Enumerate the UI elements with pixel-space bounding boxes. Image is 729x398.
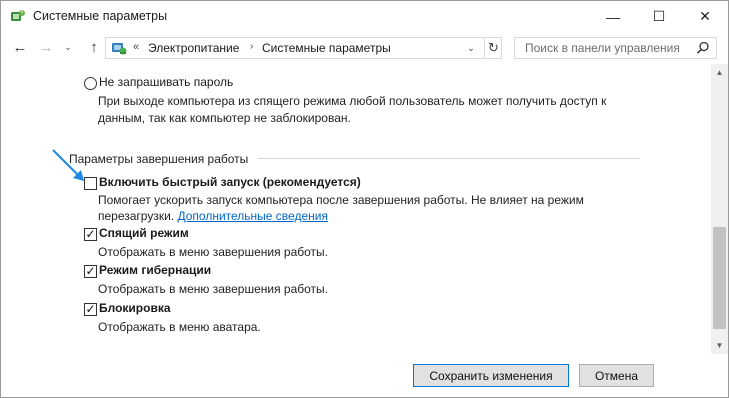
window: Системные параметры — ☐ ✕ ← → ⌄ ↑ « Элек… [0, 0, 729, 398]
title-bar: Системные параметры — ☐ ✕ [1, 1, 728, 32]
address-dropdown-icon[interactable]: ⌄ [462, 39, 480, 57]
settings-content: Не запрашивать пароль При выходе компьют… [1, 64, 711, 354]
refresh-icon[interactable]: ↻ [484, 38, 502, 58]
no-password-description-continued: данным, так как компьютер не заблокирова… [98, 111, 351, 125]
navigation-bar: ← → ⌄ ↑ « Электропитание › Системные пар… [1, 32, 728, 64]
back-button[interactable]: ← [9, 36, 31, 58]
lock-label[interactable]: Блокировка [99, 301, 171, 315]
fast-startup-description-end: перезагрузки. [98, 209, 175, 223]
scrollbar-thumb[interactable] [713, 227, 726, 329]
fast-startup-checkbox[interactable] [84, 177, 97, 190]
scroll-up-icon[interactable]: ▲ [711, 64, 728, 81]
breadcrumb-overflow[interactable]: « [133, 41, 139, 53]
power-options-icon [11, 10, 25, 21]
breadcrumb-system-settings[interactable]: Системные параметры [262, 41, 391, 55]
scroll-down-icon[interactable]: ▼ [711, 337, 728, 354]
minimize-button[interactable]: — [590, 1, 636, 32]
close-button[interactable]: ✕ [682, 1, 728, 32]
fast-startup-description: Помогает ускорить запуск компьютера посл… [98, 193, 584, 207]
more-info-link[interactable]: Дополнительные сведения [177, 209, 327, 223]
search-icon[interactable] [695, 40, 711, 56]
no-password-label[interactable]: Не запрашивать пароль [99, 75, 233, 89]
address-bar[interactable]: « Электропитание › Системные параметры ⌄… [105, 37, 502, 59]
search-input[interactable]: Поиск в панели управления [514, 37, 717, 59]
shutdown-settings-heading: Параметры завершения работы [69, 152, 249, 166]
cancel-button[interactable]: Отмена [579, 364, 654, 387]
lock-checkbox[interactable]: ✓ [84, 303, 97, 316]
hibernate-checkbox[interactable]: ✓ [84, 265, 97, 278]
fast-startup-label[interactable]: Включить быстрый запуск (рекомендуется) [99, 175, 361, 189]
fast-startup-description-continued: перезагрузки. Дополнительные сведения [98, 209, 328, 223]
vertical-scrollbar[interactable]: ▲ ▼ [711, 64, 728, 354]
no-password-radio[interactable] [84, 77, 97, 90]
save-changes-button[interactable]: Сохранить изменения [413, 364, 569, 387]
sleep-checkbox[interactable]: ✓ [84, 228, 97, 241]
no-password-description: При выходе компьютера из спящего режима … [98, 94, 607, 108]
breadcrumb-power-options[interactable]: Электропитание [148, 41, 239, 55]
section-divider [258, 158, 640, 159]
window-title: Системные параметры [33, 9, 168, 23]
lock-description: Отображать в меню аватара. [98, 320, 261, 334]
hibernate-description: Отображать в меню завершения работы. [98, 282, 329, 296]
sleep-description: Отображать в меню завершения работы. [98, 245, 329, 259]
forward-button[interactable]: → [35, 36, 57, 58]
search-placeholder: Поиск в панели управления [525, 41, 680, 55]
button-bar: Сохранить изменения Отмена [1, 354, 728, 397]
recent-locations-button[interactable]: ⌄ [61, 36, 75, 58]
control-panel-icon [112, 43, 127, 55]
breadcrumb-separator-icon[interactable]: › [250, 41, 253, 52]
sleep-label[interactable]: Спящий режим [99, 226, 189, 240]
hibernate-label[interactable]: Режим гибернации [99, 263, 211, 277]
up-button[interactable]: ↑ [83, 36, 105, 58]
pointer-arrow-icon [52, 149, 84, 181]
maximize-button[interactable]: ☐ [636, 1, 682, 32]
